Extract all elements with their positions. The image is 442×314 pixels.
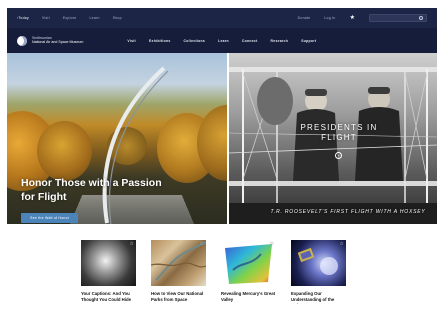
star-icon[interactable]: ☆ bbox=[130, 241, 134, 247]
feature-cards: ☆ Your Captions: And You Thought You Cou… bbox=[81, 240, 346, 304]
nav-item-connect[interactable]: Connect bbox=[242, 39, 258, 43]
card-title[interactable]: Expanding Our Understanding of the Unive… bbox=[291, 291, 346, 304]
space-telescope-image bbox=[297, 247, 338, 275]
hero-right-caption: T.R. ROOSEVELT'S FIRST FLIGHT WITH A HOX… bbox=[270, 209, 426, 215]
chevron-down-icon[interactable]: ˅ bbox=[335, 152, 342, 159]
utility-right: Donate Log In ★ bbox=[298, 14, 427, 22]
feature-card[interactable]: ☆ Expanding Our Understanding of the Uni… bbox=[291, 240, 346, 304]
utility-link-learn[interactable]: Learn bbox=[89, 16, 99, 20]
nav-item-collections[interactable]: Collections bbox=[184, 39, 206, 43]
logo-line2: National Air and Space Museum bbox=[32, 39, 84, 44]
nav-item-support[interactable]: Support bbox=[301, 39, 316, 43]
main-nav: Visit Exhibitions Collections Learn Conn… bbox=[127, 39, 316, 43]
feature-card[interactable]: ☆ Your Captions: And You Thought You Cou… bbox=[81, 240, 136, 304]
card-image[interactable]: ☆ bbox=[81, 240, 136, 286]
logo-text: Smithsonian National Air and Space Museu… bbox=[32, 36, 84, 45]
card-image[interactable]: ☆ bbox=[151, 240, 206, 286]
nav-item-visit[interactable]: Visit bbox=[127, 39, 136, 43]
card-title[interactable]: How to View Our National Parks from Spac… bbox=[151, 291, 206, 304]
card-image[interactable]: ☆ bbox=[291, 240, 346, 286]
nav-item-learn[interactable]: Learn bbox=[218, 39, 229, 43]
login-link[interactable]: Log In bbox=[324, 16, 335, 20]
utility-links: Today Visit Explore Learn Shop bbox=[17, 16, 122, 20]
mercury-valley-map bbox=[225, 244, 272, 284]
search-icon[interactable] bbox=[419, 16, 423, 20]
logo[interactable]: Smithsonian National Air and Space Museu… bbox=[17, 35, 84, 46]
utility-link-explore[interactable]: Explore bbox=[63, 16, 77, 20]
card-title[interactable]: Your Captions: And You Thought You Could… bbox=[81, 291, 136, 304]
nav-item-exhibitions[interactable]: Exhibitions bbox=[149, 39, 171, 43]
star-icon[interactable]: ☆ bbox=[340, 241, 344, 247]
star-icon[interactable]: ☆ bbox=[200, 241, 204, 247]
star-icon[interactable]: ★ bbox=[350, 15, 355, 21]
page: Today Visit Explore Learn Shop Donate Lo… bbox=[0, 0, 442, 314]
wall-of-honor-button[interactable]: See the Wall of Honor bbox=[21, 213, 79, 224]
main-header: Smithsonian National Air and Space Museu… bbox=[7, 28, 437, 53]
nav-item-research[interactable]: Research bbox=[271, 39, 289, 43]
utility-link-visit[interactable]: Visit bbox=[42, 16, 50, 20]
utility-link-shop[interactable]: Shop bbox=[113, 16, 122, 20]
hero-left-text: Honor Those with a Passion for Flight Se… bbox=[21, 177, 171, 224]
smithsonian-sun-logo-icon bbox=[17, 35, 27, 46]
search-input[interactable] bbox=[369, 14, 427, 22]
hero-wall-of-honor[interactable]: Honor Those with a Passion for Flight Se… bbox=[7, 53, 227, 224]
utility-link-today[interactable]: Today bbox=[17, 16, 29, 20]
card-title[interactable]: Revealing Mercury's Great Valley bbox=[221, 291, 276, 304]
hero-presidents-in-flight[interactable]: PRESIDENTS IN FLIGHT ˅ T.R. ROOSEVELT'S … bbox=[229, 53, 437, 224]
utility-bar: Today Visit Explore Learn Shop Donate Lo… bbox=[7, 8, 437, 28]
hero-right-title: PRESIDENTS IN FLIGHT bbox=[300, 123, 378, 143]
satellite-terrain-image bbox=[151, 241, 206, 281]
hero-left-title: Honor Those with a Passion for Flight bbox=[21, 177, 162, 203]
feature-card[interactable]: ☆ Revealing Mercury's Great Valley bbox=[221, 240, 276, 304]
donate-link[interactable]: Donate bbox=[298, 16, 311, 20]
star-icon[interactable]: ☆ bbox=[270, 241, 274, 247]
card-image[interactable]: ☆ bbox=[221, 240, 276, 286]
feature-card[interactable]: ☆ How to View Our National Parks from Sp… bbox=[151, 240, 206, 304]
